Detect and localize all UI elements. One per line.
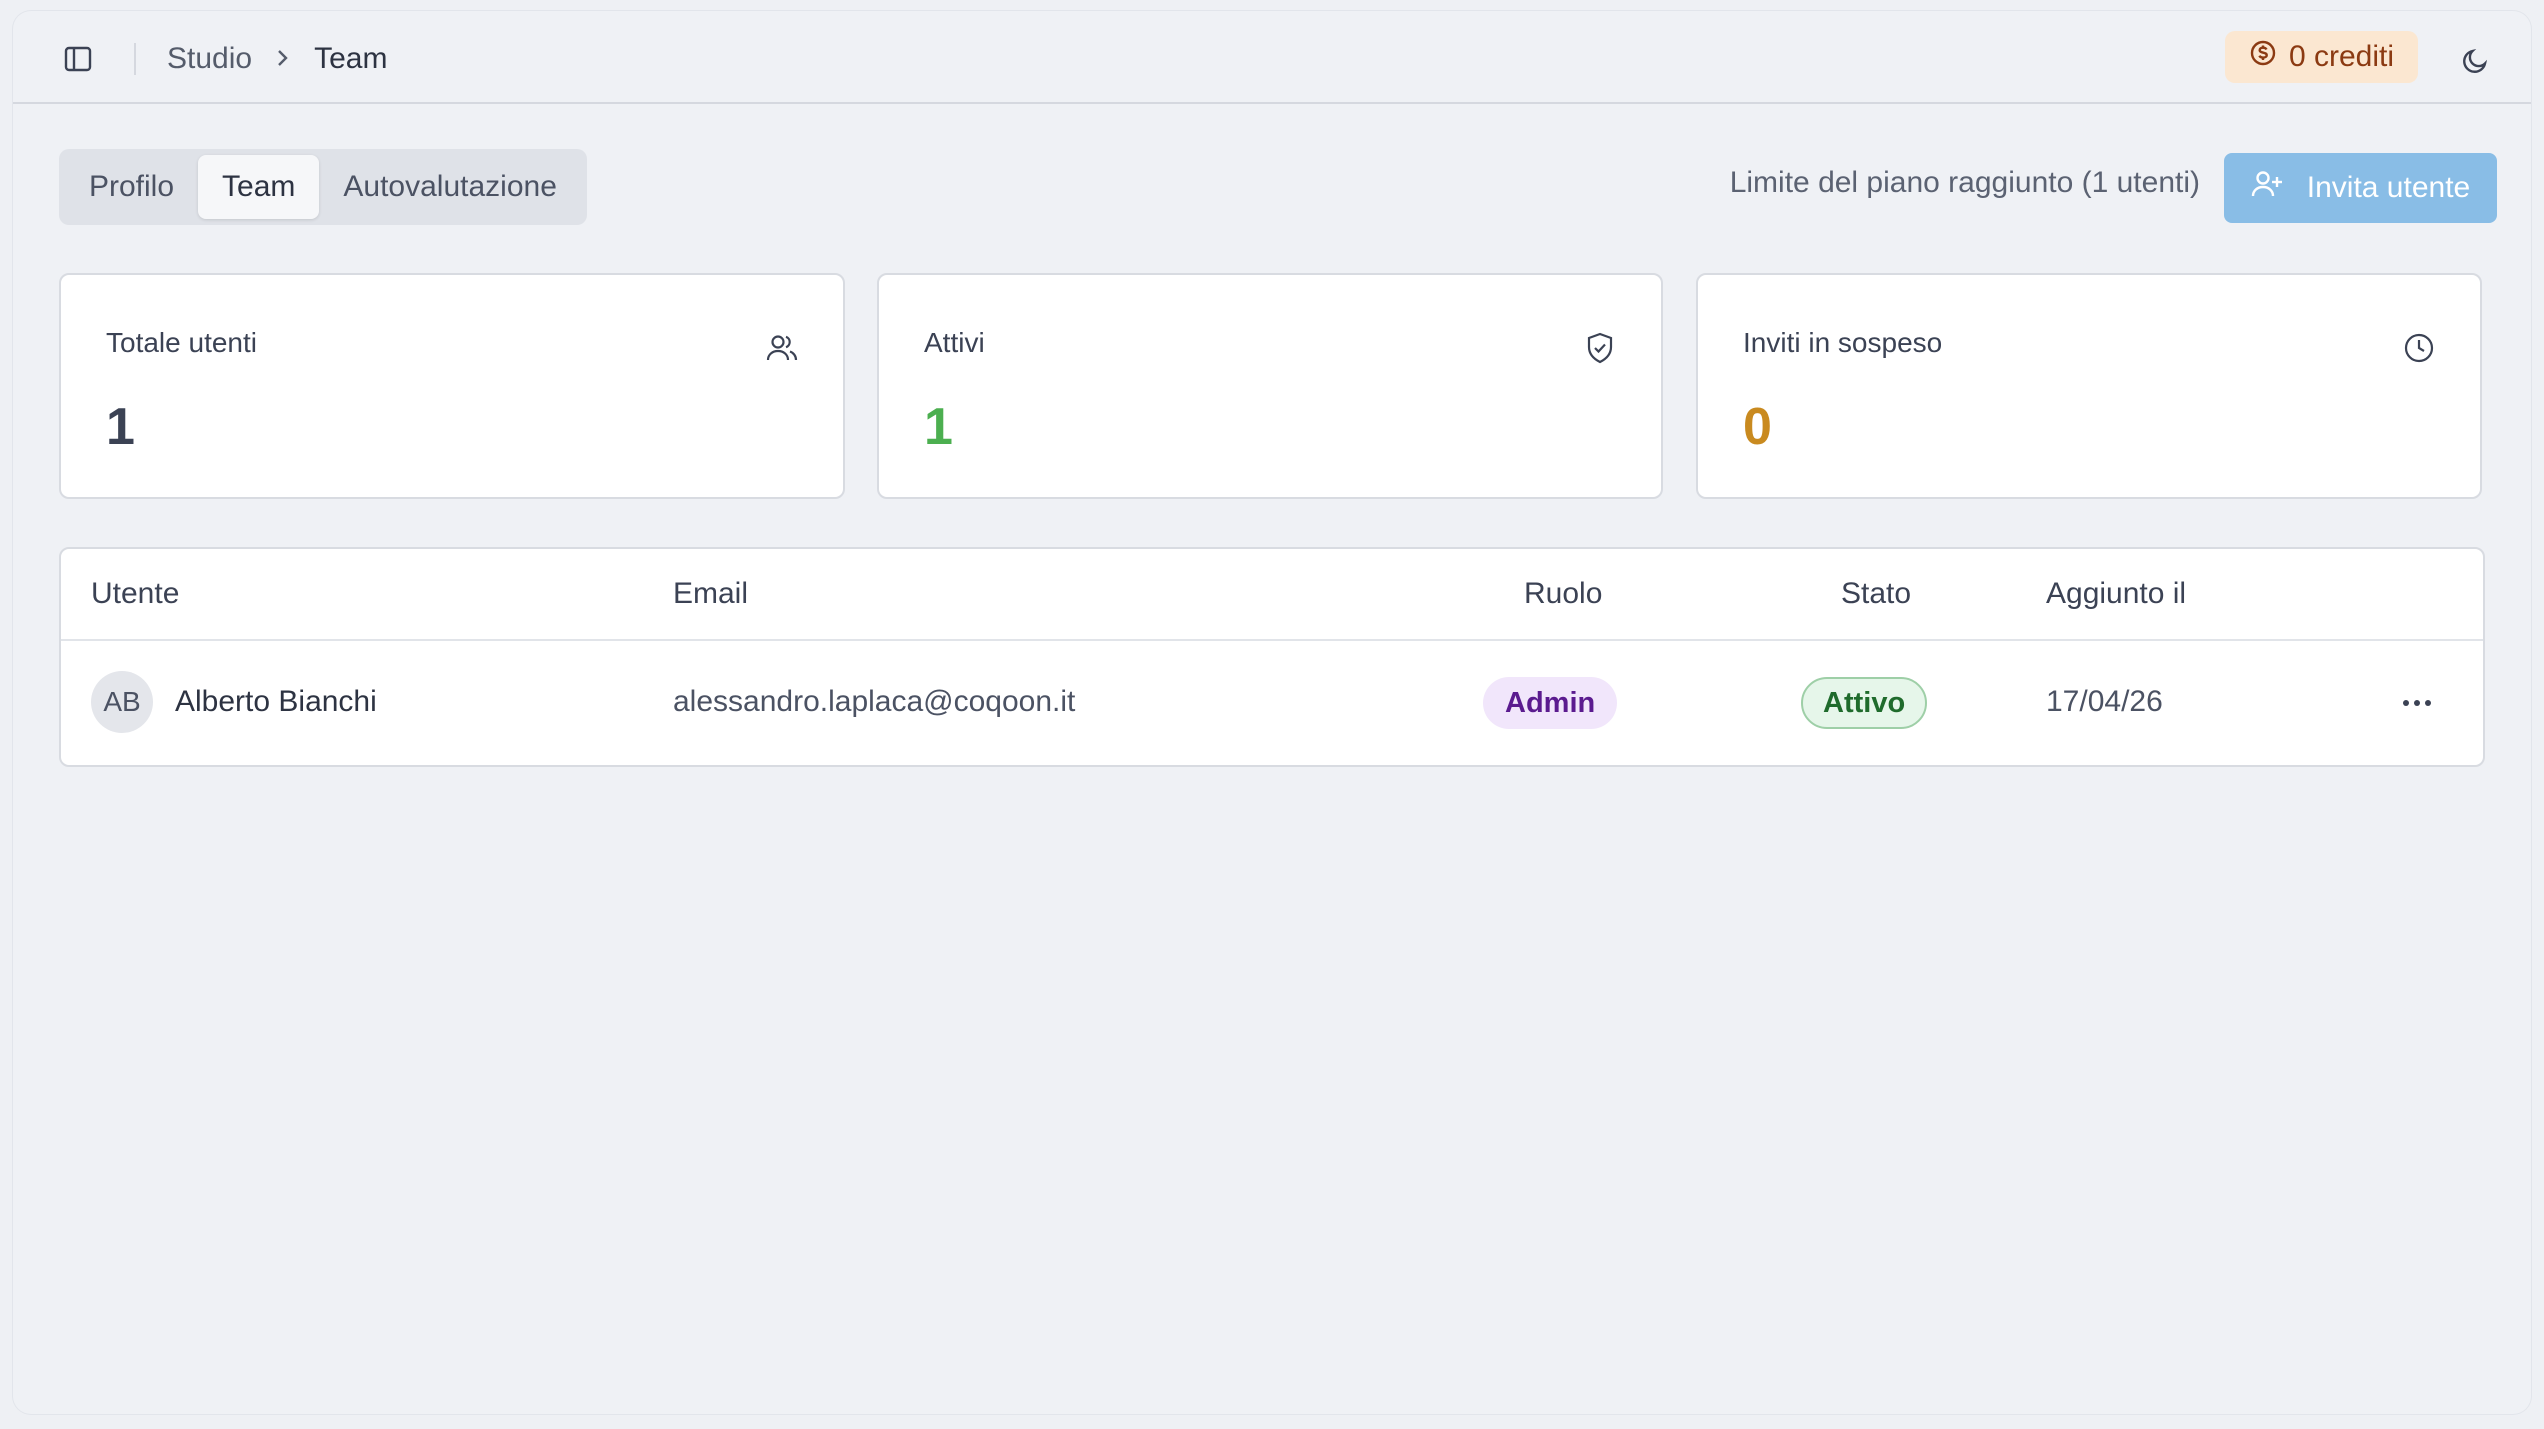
more-options-icon[interactable] <box>2397 683 2437 723</box>
added-date: 17/04/26 <box>2046 685 2163 718</box>
user-name: Alberto Bianchi <box>175 685 377 718</box>
column-header-aggiunto: Aggiunto il <box>2046 577 2187 610</box>
user-plus-icon <box>2251 169 2283 207</box>
column-header-stato: Stato <box>1841 577 1912 610</box>
stat-value: 0 <box>1743 398 1772 456</box>
stat-value: 1 <box>106 398 135 456</box>
table-row[interactable]: AB Alberto Bianchi alessandro.laplaca@co… <box>61 641 2483 765</box>
user-email: alessandro.laplaca@coqoon.it <box>673 685 1076 718</box>
dollar-circle-icon <box>2249 39 2277 75</box>
table-header: Utente Email Ruolo Stato Aggiunto il <box>61 549 2483 641</box>
tab-profilo[interactable]: Profilo <box>65 155 198 219</box>
stat-label: Inviti in sospeso <box>1743 327 1943 358</box>
invite-user-label: Invita utente <box>2306 171 2471 204</box>
moon-icon[interactable] <box>2455 41 2495 81</box>
avatar: AB <box>91 671 153 733</box>
status-badge: Attivo <box>1801 677 1928 729</box>
sidebar-toggle-icon[interactable] <box>59 40 97 78</box>
invite-user-button[interactable]: Invita utente <box>2224 153 2497 223</box>
breadcrumb-studio[interactable]: Studio <box>167 42 252 76</box>
plan-limit-text: Limite del piano raggiunto (1 utenti) <box>1729 166 2200 199</box>
stat-value: 1 <box>924 398 953 456</box>
breadcrumb-team: Team <box>314 42 388 75</box>
stat-card-pending-invites: Inviti in sospeso 0 <box>1696 273 2482 499</box>
column-header-utente: Utente <box>91 577 180 610</box>
team-table: Utente Email Ruolo Stato Aggiunto il AB … <box>59 547 2485 767</box>
column-header-ruolo: Ruolo <box>1524 577 1603 610</box>
tab-autovalutazione[interactable]: Autovalutazione <box>319 155 581 219</box>
stat-label: Totale utenti <box>106 327 257 358</box>
breadcrumb: Studio Team <box>167 39 387 79</box>
column-header-email: Email <box>673 577 749 610</box>
section-tabs: Profilo Team Autovalutazione <box>59 149 587 225</box>
stat-card-active: Attivi 1 <box>877 273 1663 499</box>
shield-check-icon <box>1583 331 1617 365</box>
credits-badge[interactable]: 0 crediti <box>2224 31 2418 83</box>
users-icon <box>765 331 799 365</box>
chevron-right-icon <box>276 42 290 76</box>
clock-icon <box>2402 331 2436 365</box>
role-badge: Admin <box>1483 677 1618 729</box>
stat-card-total-users: Totale utenti 1 <box>59 273 845 499</box>
header-divider <box>134 43 136 75</box>
app-window: Studio Team 0 crediti Profilo Team Autov… <box>13 11 2531 1414</box>
credits-label: 0 crediti <box>2288 40 2394 73</box>
tab-team[interactable]: Team <box>198 155 320 219</box>
top-bar: Studio Team 0 crediti <box>13 11 2531 104</box>
stat-label: Attivi <box>924 327 985 358</box>
